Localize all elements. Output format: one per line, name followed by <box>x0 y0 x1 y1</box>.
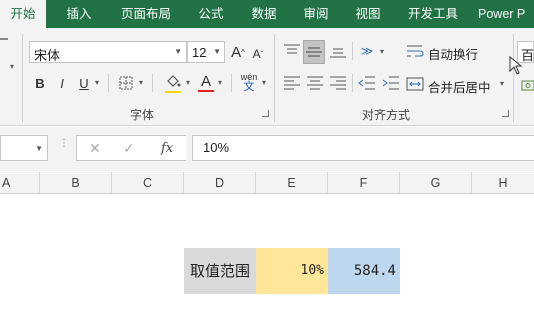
column-header-g[interactable]: G <box>400 172 472 194</box>
merge-center-button[interactable]: 合并后居中 <box>428 77 491 96</box>
enter-icon[interactable]: ✓ <box>123 140 135 157</box>
divider <box>352 74 353 92</box>
chevron-down-icon[interactable]: ▾ <box>95 78 99 87</box>
align-top-icon[interactable] <box>282 42 302 60</box>
wrap-text-button[interactable]: 自动换行 <box>428 44 478 63</box>
align-right-icon[interactable] <box>328 74 348 92</box>
border-grid-icon <box>119 76 133 90</box>
font-color-label: A <box>200 72 211 90</box>
column-header-h[interactable]: H <box>472 172 534 194</box>
align-bottom-icon[interactable] <box>328 42 348 60</box>
chevron-down-icon[interactable]: ▾ <box>262 78 266 87</box>
underline-button[interactable]: U <box>75 72 93 94</box>
font-group-label: 字体 <box>130 108 155 122</box>
borders-button[interactable] <box>116 72 136 94</box>
grow-font-button[interactable]: A ^ <box>229 41 247 63</box>
column-header-a[interactable]: A <box>0 172 40 194</box>
orientation-button[interactable]: ≫ <box>356 40 378 62</box>
name-box[interactable]: ▼ <box>0 135 48 161</box>
alignment-dialog-launcher-icon[interactable] <box>502 110 509 117</box>
tab-formulas[interactable]: 公式 <box>186 0 236 28</box>
font-name-value: 宋体 <box>34 49 61 64</box>
group-divider <box>274 34 275 122</box>
formula-buttons: ✕ ✓ fx <box>76 135 186 161</box>
phonetic-char-icon: 文 <box>243 81 255 93</box>
cell-d-label[interactable]: 取值范围 <box>184 248 256 294</box>
chevron-down-icon[interactable]: ▾ <box>218 78 222 87</box>
currency-format-icon[interactable] <box>519 78 534 96</box>
fill-color-swatch <box>165 91 181 93</box>
alignment-group-label: 对齐方式 <box>362 108 411 122</box>
font-size-value: 12 <box>192 45 207 60</box>
ribbon-tab-bar: 开始 插入 页面布局 公式 数据 审阅 视图 开发工具 Power P <box>0 0 534 28</box>
wrap-text-icon <box>407 45 424 57</box>
align-left-icon[interactable] <box>282 74 302 92</box>
tab-insert[interactable]: 插入 <box>52 0 106 28</box>
chevron-down-icon[interactable]: ▾ <box>10 62 14 71</box>
divider <box>231 74 232 92</box>
divider <box>108 74 109 92</box>
tab-home[interactable]: 开始 <box>0 0 46 28</box>
resize-handle-icon[interactable]: ⋮ <box>59 139 69 149</box>
clipboard-format-painter-icon[interactable] <box>0 38 8 40</box>
shrink-font-button[interactable]: Aˇ <box>250 43 266 65</box>
tab-developer[interactable]: 开发工具 <box>398 0 468 28</box>
font-name-box[interactable]: 宋体 ▼ <box>29 41 187 64</box>
decrease-indent-icon[interactable] <box>357 74 377 92</box>
chevron-down-icon[interactable]: ▼ <box>174 47 182 56</box>
bold-button[interactable]: B <box>31 72 49 94</box>
cell-e-percent[interactable]: 10% <box>256 248 328 294</box>
tab-page-layout[interactable]: 页面布局 <box>110 0 182 28</box>
font-color-swatch <box>198 90 214 92</box>
column-header-d[interactable]: D <box>184 172 256 194</box>
chevron-down-icon[interactable]: ▾ <box>380 47 384 56</box>
column-header-b[interactable]: B <box>40 172 112 194</box>
grow-font-label: A <box>231 43 242 61</box>
formula-input[interactable]: 10% <box>192 135 534 161</box>
increase-indent-icon[interactable] <box>381 74 401 92</box>
phonetic-guide-button[interactable]: wén 文 <box>238 70 260 94</box>
font-size-box[interactable]: 12 ▼ <box>187 41 225 63</box>
tab-data[interactable]: 数据 <box>240 0 288 28</box>
tab-view[interactable]: 视图 <box>344 0 392 28</box>
chevron-down-icon[interactable]: ▼ <box>213 47 221 56</box>
chevron-down-icon[interactable]: ▾ <box>186 78 190 87</box>
align-center-icon[interactable] <box>305 74 325 92</box>
column-header-c[interactable]: C <box>112 172 184 194</box>
divider <box>152 74 153 92</box>
font-dialog-launcher-icon[interactable] <box>262 110 269 117</box>
shrink-font-label: A <box>252 47 261 61</box>
align-middle-icon <box>306 47 322 57</box>
chevron-down-icon[interactable]: ▾ <box>139 78 143 87</box>
chevron-down-icon[interactable]: ▾ <box>500 79 504 88</box>
cancel-icon[interactable]: ✕ <box>89 140 101 157</box>
mouse-cursor-icon <box>509 56 523 75</box>
caret-up-icon: ^ <box>241 47 245 57</box>
paint-bucket-icon <box>167 75 181 87</box>
tab-review[interactable]: 审阅 <box>292 0 340 28</box>
tab-power-pivot[interactable]: Power P <box>478 0 534 28</box>
font-color-button[interactable]: A <box>196 70 216 92</box>
align-middle-button[interactable] <box>303 40 325 64</box>
group-divider <box>22 34 23 122</box>
merge-center-icon <box>406 77 424 91</box>
insert-function-icon[interactable]: fx <box>161 141 173 156</box>
formula-content: 10% <box>203 140 230 155</box>
cell-f-result[interactable]: 584.4 <box>328 248 400 294</box>
text-orientation-icon: ≫ <box>360 44 374 58</box>
caret-down-icon: ˇ <box>260 49 264 59</box>
column-header-e[interactable]: E <box>256 172 328 194</box>
fill-color-button[interactable] <box>162 71 184 93</box>
chevron-down-icon[interactable]: ▼ <box>35 144 43 153</box>
italic-button[interactable]: I <box>53 72 71 94</box>
column-header-f[interactable]: F <box>328 172 400 194</box>
group-divider <box>513 34 514 122</box>
divider <box>352 42 353 60</box>
